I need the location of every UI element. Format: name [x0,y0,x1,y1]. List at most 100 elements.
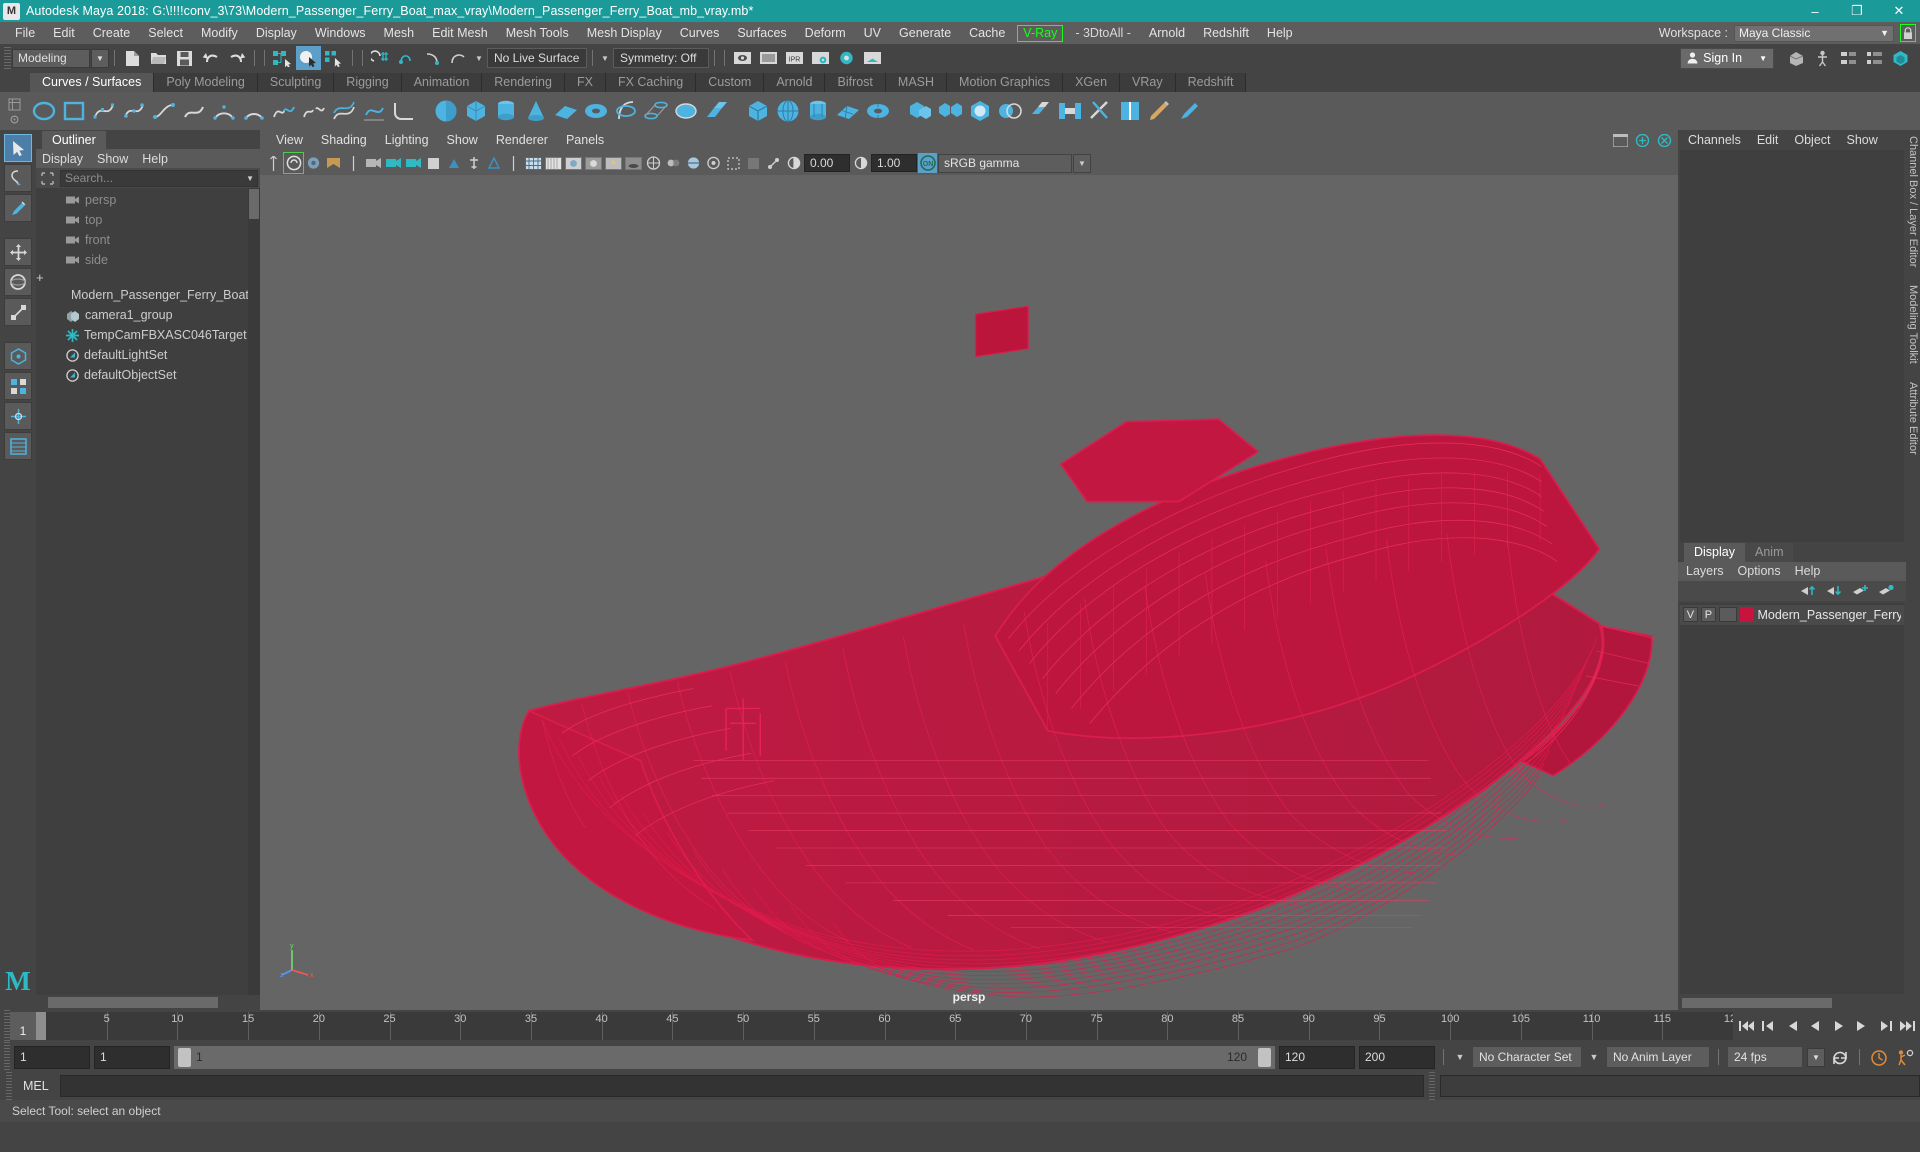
bezier-curve-tool-button[interactable] [150,96,178,126]
nurbs-cylinder-button[interactable] [492,96,520,126]
next-key-button[interactable] [1850,1014,1872,1038]
move-tool[interactable] [4,238,32,266]
snap-to-curve-button[interactable] [394,46,419,70]
maximize-icon[interactable]: ❐ [1836,0,1878,22]
vtab-channel-box-layer-editor[interactable]: Channel Box / Layer Editor [1907,136,1919,267]
menu-mesh[interactable]: Mesh [375,22,424,44]
nurbs-square-button[interactable] [60,96,88,126]
menu-curves[interactable]: Curves [671,22,729,44]
mel-label[interactable]: MEL [17,1079,55,1093]
extrude-button[interactable] [702,96,730,126]
sculpt-tool-button[interactable] [1146,96,1174,126]
step-forward-button[interactable] [1873,1014,1895,1038]
ep-curve-tool-button[interactable] [120,96,148,126]
new-scene-button[interactable] [120,46,145,70]
modeling-toolkit-toggle[interactable] [1784,46,1809,70]
layer-menu-layers[interactable]: Layers [1686,564,1724,578]
save-scene-button[interactable] [172,46,197,70]
shelf-tab-motion-graphics[interactable]: Motion Graphics [947,73,1064,92]
select-camera-icon[interactable] [264,153,283,173]
open-scene-button[interactable] [146,46,171,70]
color-management-select[interactable]: sRGB gamma [938,153,1072,173]
range-slider-bar[interactable]: 1 120 [174,1045,1275,1069]
hypershade-button[interactable] [834,46,859,70]
viewport-menu-renderer[interactable]: Renderer [488,130,556,151]
playback-speed-field[interactable]: 24 fps [1727,1046,1803,1068]
live-surface-field[interactable]: No Live Surface [487,48,587,68]
menu-create[interactable]: Create [84,22,140,44]
animation-preferences-button[interactable] [1894,1045,1916,1069]
nurbs-circle-button[interactable] [30,96,58,126]
menu-surfaces[interactable]: Surfaces [728,22,795,44]
previous-key-button[interactable] [1781,1014,1803,1038]
statusline-grip[interactable] [4,47,11,69]
channel-box-toggle[interactable] [1888,46,1913,70]
insert-edge-loop-button[interactable] [1116,96,1144,126]
depth-of-field-icon[interactable] [704,153,723,173]
camera-sequencer-icon[interactable] [404,153,423,173]
outliner-menu-help[interactable]: Help [142,152,168,166]
command-output-grip[interactable] [1429,1072,1435,1100]
arc-two-point-button[interactable] [240,96,268,126]
list-item[interactable]: persp [36,190,260,210]
exposure-icon[interactable] [784,153,803,173]
layer-visibility-toggle[interactable]: V [1683,607,1698,622]
step-back-button[interactable] [1758,1014,1780,1038]
motion-blur-icon[interactable] [664,153,683,173]
poly-torus-button[interactable] [864,96,892,126]
bookmark-icon[interactable] [324,153,343,173]
expand-toggle-icon[interactable]: + [36,270,260,285]
menu-edit-mesh[interactable]: Edit Mesh [423,22,497,44]
curve-fillet-button[interactable] [390,96,418,126]
menu-mesh-tools[interactable]: Mesh Tools [497,22,578,44]
shelf-tab-bifrost[interactable]: Bifrost [825,73,886,92]
playback-loop-button[interactable] [1829,1045,1851,1069]
isolate-select-icon[interactable] [724,153,743,173]
layer-row[interactable]: V P Modern_Passenger_Ferry_Boat [1680,604,1904,625]
anim-layer-dropdown-icon[interactable]: ▼ [1586,1052,1602,1062]
poly-toolbox-3[interactable] [4,402,32,430]
new-layer-icon[interactable] [1878,584,1894,597]
viewport-menu-lighting[interactable]: Lighting [377,130,437,151]
menu-redshift[interactable]: Redshift [1194,22,1258,44]
menu-3dtoall[interactable]: - 3DtoAll - [1066,22,1140,44]
channelbox-menu-object[interactable]: Object [1794,133,1830,147]
filter-icon[interactable] [38,170,56,186]
sign-in-button[interactable]: Sign In ▼ [1680,47,1774,69]
viewport-menu-panels[interactable]: Panels [558,130,612,151]
attach-curves-button[interactable] [270,96,298,126]
menu-modify[interactable]: Modify [192,22,247,44]
shelf-tab-rendering[interactable]: Rendering [482,73,565,92]
range-start-handle[interactable] [178,1047,191,1067]
range-start-field[interactable]: 1 [14,1045,90,1069]
shelf-tab-custom[interactable]: Custom [696,73,765,92]
time-slider-track[interactable]: 5 10 15 20 25 30 35 40 45 50 55 60 65 70 75 80 85 90 95 100… [36,1012,1733,1040]
lock-camera-icon[interactable] [283,152,304,174]
move-layer-down-icon[interactable] [1826,584,1842,597]
xray-mode-icon[interactable] [744,153,763,173]
menu-select[interactable]: Select [139,22,192,44]
extrude-poly-button[interactable] [1026,96,1054,126]
select-component-button[interactable] [322,46,347,70]
shelf-tab-arnold[interactable]: Arnold [764,73,826,92]
layer-menu-options[interactable]: Options [1738,564,1781,578]
undo-button[interactable] [198,46,223,70]
select-tool[interactable] [4,134,32,162]
shelf-tab-mash[interactable]: MASH [885,73,948,92]
symmetry-field[interactable]: Symmetry: Off [613,48,709,68]
symmetry-dropdown-icon[interactable]: ▼ [598,54,612,63]
layer-color-swatch[interactable] [1739,607,1755,622]
detach-curves-button[interactable] [300,96,328,126]
move-layer-up-icon[interactable] [1800,584,1816,597]
shelf-tab-redshift[interactable]: Redshift [1175,73,1247,92]
time-slider-playhead[interactable] [36,1012,46,1040]
range-end-field[interactable]: 200 [1359,1045,1435,1069]
range-end-handle[interactable] [1258,1047,1271,1067]
offset-curve-button[interactable] [330,96,358,126]
menu-vray[interactable]: V-Ray [1017,24,1064,42]
safe-action-icon[interactable] [484,153,503,173]
hud-toggle[interactable] [1810,46,1835,70]
list-item[interactable]: defaultLightSet [36,345,260,365]
paint-tool-button[interactable] [1176,96,1204,126]
menuset-select[interactable]: Modeling [12,48,90,68]
